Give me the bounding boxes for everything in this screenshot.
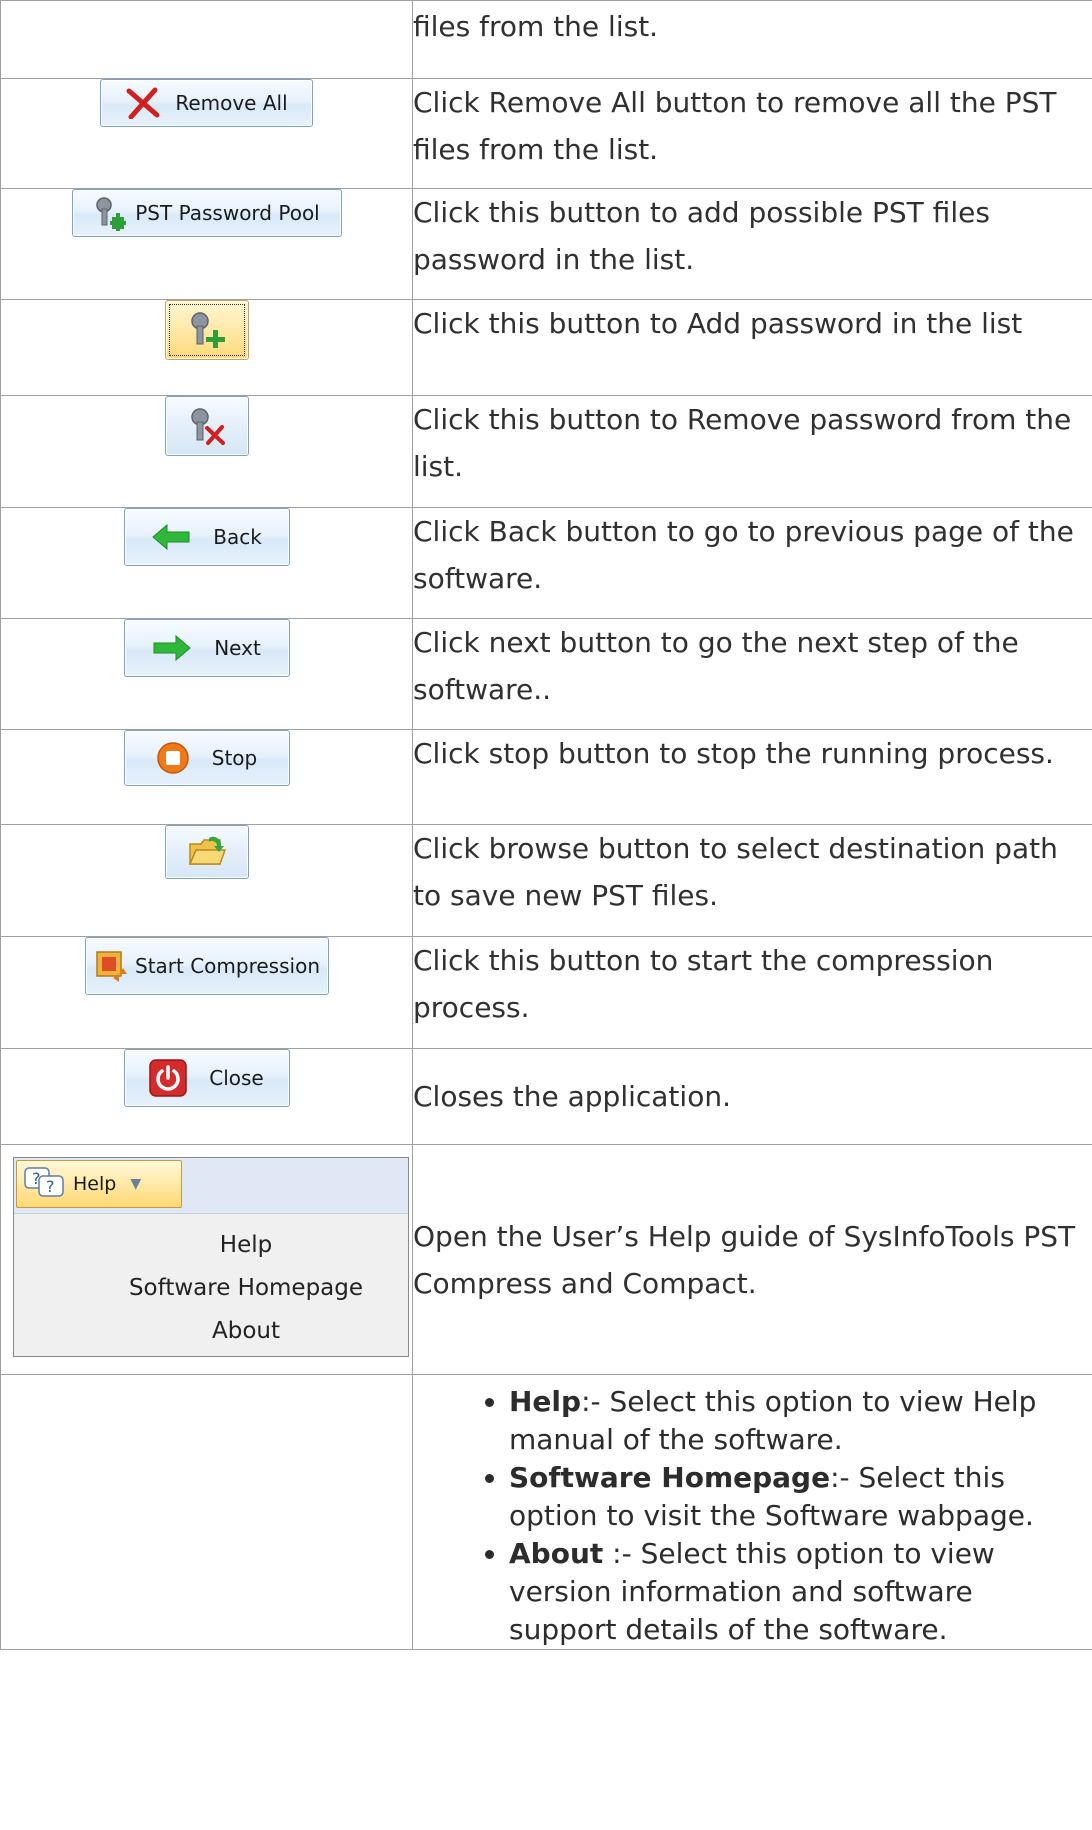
row-description: Click next button to go the next step of… (412, 618, 1092, 730)
menu-item-help[interactable]: Help (14, 1224, 408, 1267)
row-description: Closes the application. (412, 1048, 1092, 1145)
table-row: Back Click Back button to go to previous… (0, 507, 1092, 619)
close-label: Close (209, 1066, 264, 1090)
red-power-icon (149, 1059, 187, 1097)
button-cell: Close (0, 1048, 413, 1145)
table-row: Remove All Click Remove All button to re… (0, 78, 1092, 189)
table-row: Help:- Select this option to view Help m… (0, 1374, 1092, 1650)
help-question-icon: ? ? (24, 1167, 64, 1197)
feature-list: Help:- Select this option to view Help m… (413, 1375, 1092, 1649)
help-dropdown-menu: Help Software Homepage About (14, 1214, 408, 1353)
table-row: Stop Click stop button to stop the runni… (0, 729, 1092, 825)
chevron-down-icon: ▼ (130, 1176, 142, 1192)
table-row: Start Compression Click this button to s… (0, 936, 1092, 1049)
row-description: Open the User’s Help guide of SysInfoToo… (412, 1144, 1092, 1375)
remove-password-button[interactable] (164, 396, 249, 456)
help-menu-screenshot: ? ? Help ▼ Help Software Homepage About (13, 1157, 409, 1357)
pst-password-pool-label: PST Password Pool (135, 201, 320, 225)
compress-icon (96, 951, 127, 982)
button-cell: Stop (0, 729, 413, 825)
start-compression-label: Start Compression (135, 954, 320, 978)
pst-password-pool-button[interactable]: PST Password Pool (71, 189, 342, 237)
help-button-label: Help (73, 1173, 117, 1195)
features-cell: Help:- Select this option to view Help m… (412, 1374, 1092, 1650)
keys-plus-icon (190, 312, 225, 348)
orange-stop-icon (157, 742, 189, 774)
row-description: files from the list. (412, 0, 1092, 79)
row-description: Click Back button to go to previous page… (412, 507, 1092, 619)
start-compression-button[interactable]: Start Compression (84, 937, 329, 995)
keys-plus-icon (96, 197, 127, 231)
button-cell: Start Compression (0, 936, 413, 1049)
close-button[interactable]: Close (123, 1049, 290, 1107)
button-cell (0, 0, 413, 79)
row-description: Click this button to start the compressi… (412, 936, 1092, 1049)
keys-x-icon (190, 408, 225, 445)
red-x-icon (126, 87, 160, 119)
table-row: Close Closes the application. (0, 1048, 1092, 1145)
row-description: Click Remove All button to remove all th… (412, 78, 1092, 189)
table-row: Next Click next button to go the next st… (0, 618, 1092, 730)
feature-term: About (509, 1537, 604, 1570)
folder-open-icon (188, 836, 226, 865)
feature-separator: :- (830, 1461, 859, 1494)
table-row: files from the list. (0, 0, 1092, 79)
feature-table: files from the list. Remove All Click Re… (0, 0, 1092, 1650)
feature-term: Help (509, 1385, 582, 1418)
help-dropdown-button[interactable]: ? ? Help ▼ (16, 1160, 182, 1208)
menu-item-about[interactable]: About (14, 1310, 408, 1353)
button-cell: Back (0, 507, 413, 619)
table-row: Click this button to Add password in the… (0, 299, 1092, 396)
button-cell: Remove All (0, 78, 413, 189)
button-cell (0, 824, 413, 937)
stop-label: Stop (211, 746, 258, 770)
next-label: Next (214, 636, 261, 660)
stop-button[interactable]: Stop (123, 730, 290, 786)
row-description: Click this button to add possible PST fi… (412, 188, 1092, 300)
table-row: PST Password Pool Click this button to a… (0, 188, 1092, 300)
feature-separator: :- (581, 1385, 610, 1418)
list-item: Help:- Select this option to view Help m… (509, 1383, 1086, 1459)
list-item: About :- Select this option to view vers… (509, 1535, 1086, 1649)
next-button[interactable]: Next (123, 619, 290, 677)
back-label: Back (213, 525, 262, 549)
button-cell: ? ? Help ▼ Help Software Homepage About (0, 1144, 413, 1375)
button-cell (0, 395, 413, 508)
row-description: Click stop button to stop the running pr… (412, 729, 1092, 825)
svg-text:?: ? (46, 1177, 55, 1196)
add-password-button[interactable] (164, 300, 249, 360)
help-toolbar: ? ? Help ▼ (14, 1158, 408, 1214)
remove-all-button[interactable]: Remove All (100, 79, 313, 127)
green-left-arrow-icon (152, 523, 190, 551)
row-description: Click this button to Remove password fro… (412, 395, 1092, 508)
button-cell: PST Password Pool (0, 188, 413, 300)
row-description: Click this button to Add password in the… (412, 299, 1092, 396)
row-description: Click browse button to select destinatio… (412, 824, 1092, 937)
remove-all-label: Remove All (175, 91, 288, 115)
table-row: Click this button to Remove password fro… (0, 395, 1092, 508)
button-cell (0, 299, 413, 396)
feature-separator: :- (603, 1537, 641, 1570)
table-row: ? ? Help ▼ Help Software Homepage About (0, 1144, 1092, 1375)
green-right-arrow-icon (153, 634, 191, 662)
list-item: Software Homepage:- Select this option t… (509, 1459, 1086, 1535)
button-cell: Next (0, 618, 413, 730)
button-cell (0, 1374, 413, 1650)
table-row: Click browse button to select destinatio… (0, 824, 1092, 937)
feature-term: Software Homepage (509, 1461, 831, 1494)
menu-item-software-homepage[interactable]: Software Homepage (14, 1267, 408, 1310)
back-button[interactable]: Back (123, 508, 290, 566)
browse-button[interactable] (164, 825, 249, 879)
